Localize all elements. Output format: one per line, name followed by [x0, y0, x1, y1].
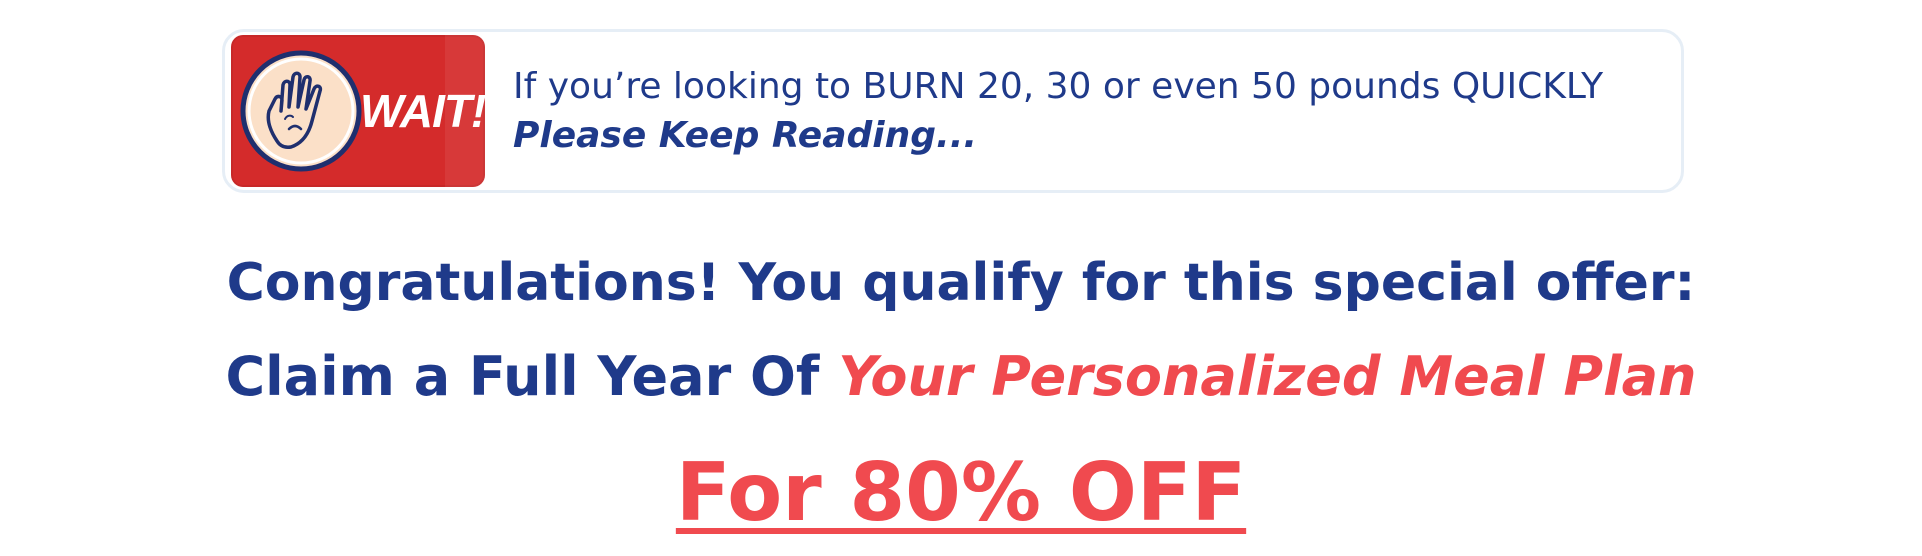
offer-discount-text: For 80% OFF [675, 446, 1247, 539]
headline-claim-highlight: Your Personalized Meal Plan [838, 345, 1697, 408]
headline-claim-prefix: Claim a Full Year Of [225, 345, 839, 408]
banner-text: If you’re looking to BURN 20, 30 or even… [513, 62, 1603, 160]
wait-label: WAIT! [360, 85, 485, 137]
raised-hand-icon [240, 50, 362, 172]
banner-line-2: Please Keep Reading... [513, 115, 978, 156]
headline-claim: Claim a Full Year Of Your Personalized M… [0, 340, 1922, 414]
wait-banner: WAIT! If you’re looking to BURN 20, 30 o… [222, 29, 1684, 193]
offer-section: For 80% OFF [0, 448, 1922, 538]
headline-congratulations: Congratulations! You qualify for this sp… [226, 253, 1696, 313]
wait-badge: WAIT! [231, 35, 485, 187]
banner-line-1: If you’re looking to BURN 20, 30 or even… [513, 66, 1604, 107]
